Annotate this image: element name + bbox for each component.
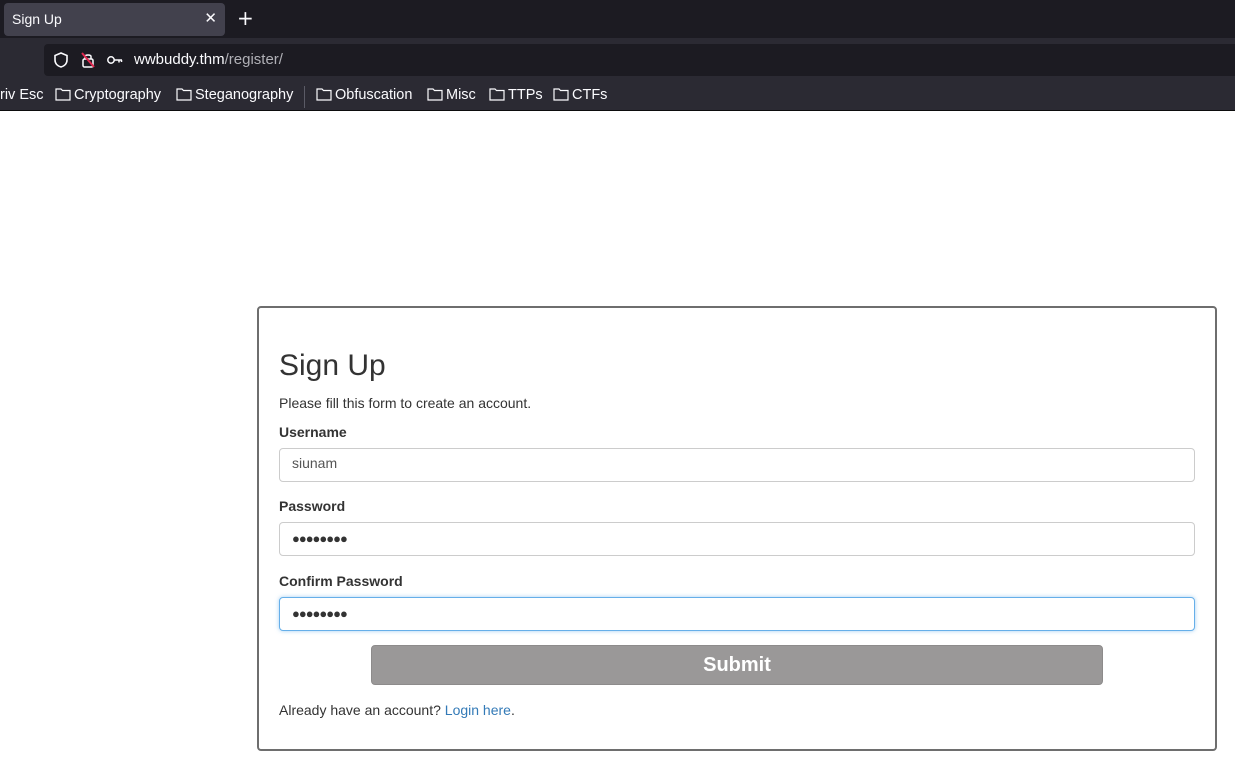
new-tab-button[interactable]: +: [237, 6, 254, 30]
bookmark-obfuscation[interactable]: Obfuscation: [316, 87, 412, 107]
bookmark-separator: [304, 86, 305, 108]
bookmark-misc[interactable]: Misc: [427, 87, 476, 107]
browser-tab[interactable]: Sign Up ✕: [4, 3, 225, 36]
username-label: Username: [279, 424, 347, 440]
url-host: wwbuddy.thm: [134, 51, 225, 68]
signup-card: Sign Up Please fill this form to create …: [257, 306, 1217, 751]
page-title: Sign Up: [279, 349, 386, 382]
password-label: Password: [279, 498, 346, 514]
key-icon[interactable]: [106, 51, 124, 69]
bookmark-steganography[interactable]: Steganography: [176, 87, 293, 107]
login-link[interactable]: Login here: [445, 702, 511, 718]
confirm-password-value: ●●●●●●●●: [292, 606, 348, 621]
login-prompt-text: Already have an account?: [279, 702, 441, 718]
folder-icon: [55, 88, 71, 101]
username-input[interactable]: siunam: [279, 448, 1195, 482]
url-text[interactable]: wwbuddy.thm/register/: [134, 51, 283, 68]
login-prompt-end: .: [510, 702, 515, 718]
folder-icon: [553, 88, 569, 101]
bookmark-ttps[interactable]: TTPs: [489, 87, 543, 107]
navigation-toolbar: wwbuddy.thm/register/: [0, 38, 1235, 83]
bookmark-label: Misc: [446, 87, 476, 103]
password-value: ●●●●●●●●: [292, 531, 348, 546]
bookmark-cryptography[interactable]: Cryptography: [55, 87, 161, 107]
bookmark-priv-esc[interactable]: riv Esc: [0, 87, 44, 107]
bookmark-label: TTPs: [508, 87, 543, 103]
tab-title: Sign Up: [12, 11, 62, 27]
address-bar[interactable]: wwbuddy.thm/register/: [44, 44, 1235, 76]
form-description: Please fill this form to create an accou…: [279, 395, 532, 411]
confirm-password-input[interactable]: ●●●●●●●●: [279, 597, 1195, 631]
folder-icon: [176, 88, 192, 101]
folder-icon: [316, 88, 332, 101]
submit-button[interactable]: Submit: [371, 645, 1103, 685]
login-prompt: Already have an account? Login here.: [279, 702, 515, 718]
bookmarks-toolbar: riv Esc Cryptography Steganography Obfus…: [0, 83, 1235, 111]
tab-bar: Sign Up ✕ +: [0, 0, 1235, 38]
bookmark-label: riv Esc: [0, 87, 44, 103]
shield-icon[interactable]: [52, 51, 70, 69]
bookmark-label: Cryptography: [74, 87, 162, 103]
bookmark-label: Obfuscation: [335, 87, 413, 103]
folder-icon: [489, 88, 505, 101]
folder-icon: [427, 88, 443, 101]
confirm-password-label: Confirm Password: [279, 573, 403, 589]
password-input[interactable]: ●●●●●●●●: [279, 522, 1195, 556]
username-value: siunam: [292, 455, 338, 471]
lock-warning-icon[interactable]: [79, 51, 97, 69]
close-tab-icon[interactable]: ✕: [204, 9, 217, 27]
bookmark-label: Steganography: [195, 87, 294, 103]
bookmark-label: CTFs: [572, 87, 608, 103]
bookmark-ctfs[interactable]: CTFs: [553, 87, 607, 107]
url-path: /register/: [224, 51, 283, 68]
